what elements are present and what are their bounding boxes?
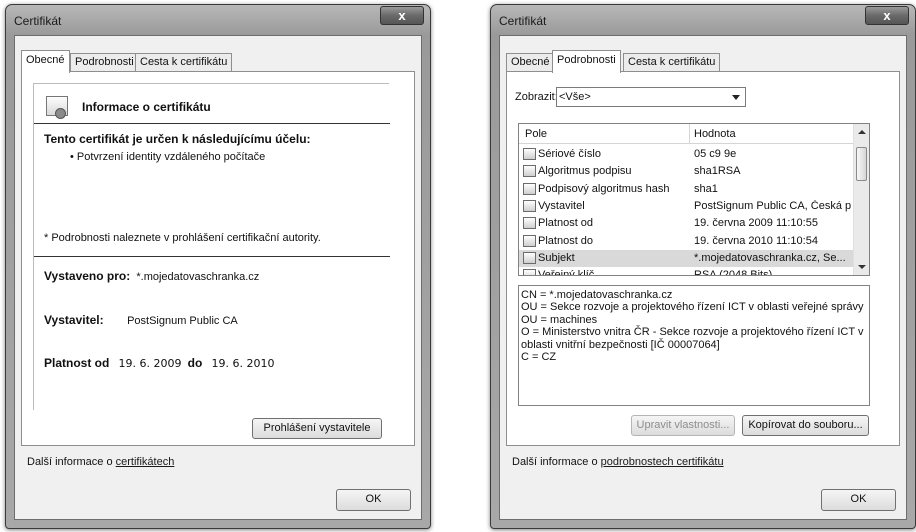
- purpose-item: • Potvrzení identity vzdáleného počítače: [70, 151, 266, 163]
- valid-from-label: Platnost od: [44, 356, 110, 370]
- certificate-field-icon: [523, 182, 536, 195]
- close-button[interactable]: x: [380, 6, 424, 25]
- issued-to-row: Vystaveno pro: *.mojedatovaschranka.cz: [44, 269, 259, 283]
- certificate-field-icon: [523, 269, 536, 275]
- divider: [34, 256, 390, 257]
- list-header: Pole Hodnota: [519, 124, 854, 144]
- general-tab-panel: Informace o certifikátu Tento certifikát…: [21, 71, 415, 446]
- more-info-text: Další informace o: [512, 456, 601, 468]
- field-name: Subjekt: [538, 251, 575, 264]
- tab-certification-path[interactable]: Cesta k certifikátu: [623, 53, 721, 72]
- certificate-dialog-details: Certifikát x Obecné Podrobnosti Cesta k …: [490, 4, 916, 529]
- tab-general[interactable]: Obecné: [21, 50, 70, 73]
- field-value-textbox[interactable]: CN = *.mojedatovaschranka.cz OU = Sekce …: [518, 285, 870, 406]
- field-value: sha1RSA: [694, 165, 741, 178]
- show-dropdown-value: <Vše>: [559, 91, 591, 103]
- list-item[interactable]: Podpisový algoritmus hash sha1: [519, 181, 854, 198]
- dialog-client: Obecné Podrobnosti Cesta k certifikátu I…: [14, 35, 422, 520]
- list-scrollbar[interactable]: [853, 124, 869, 275]
- tab-details[interactable]: Podrobnosti: [70, 53, 139, 72]
- edit-properties-button[interactable]: Upravit vlastnosti...: [631, 415, 735, 436]
- list-item[interactable]: Sériové číslo 05 c9 9e: [519, 146, 854, 163]
- details-tab-panel: Zobrazit: <Vše> Pole Hodnota Sériové čís…: [506, 71, 900, 446]
- show-label: Zobrazit:: [515, 91, 558, 103]
- valid-to-value: 19. 6. 2010: [211, 357, 275, 370]
- column-header-field[interactable]: Pole: [525, 128, 547, 140]
- tab-details[interactable]: Podrobnosti: [552, 50, 621, 73]
- fields-list[interactable]: Pole Hodnota Sériové číslo 05 c9 9e Algori…: [518, 123, 870, 276]
- title-bar[interactable]: Certifikát x: [491, 5, 915, 35]
- field-value: *.mojedatovaschranka.cz, Se...: [694, 251, 846, 264]
- show-dropdown[interactable]: <Vše>: [556, 87, 746, 107]
- list-item[interactable]: Veřejný klíč RSA (2048 Bits): [519, 267, 854, 276]
- list-item[interactable]: Vystavitel PostSignum Public CA, Česká p.…: [519, 198, 854, 215]
- scroll-down-icon[interactable]: [858, 265, 866, 269]
- ok-button[interactable]: OK: [336, 489, 411, 511]
- window-title: Certifikát: [499, 14, 547, 28]
- issued-to-label: Vystaveno pro:: [44, 269, 131, 283]
- certificate-field-icon: [523, 199, 536, 212]
- field-value: RSA (2048 Bits): [694, 269, 773, 276]
- field-name: Platnost do: [538, 234, 594, 247]
- certificate-field-icon: [523, 148, 536, 160]
- list-item[interactable]: Algoritmus podpisu sha1RSA: [519, 163, 854, 180]
- list-item[interactable]: Subjekt *.mojedatovaschranka.cz, Se...: [519, 249, 854, 267]
- valid-to-label: do: [187, 356, 203, 370]
- validity-row: Platnost od 19. 6. 2009 do 19. 6. 2010: [44, 356, 274, 370]
- certificate-field-icon: [523, 234, 536, 247]
- column-separator[interactable]: [689, 124, 690, 144]
- field-name: Sériové číslo: [538, 148, 601, 160]
- field-name: Podpisový algoritmus hash: [538, 182, 670, 195]
- issuer-value: PostSignum Public CA: [127, 315, 238, 327]
- certificate-info-box: Informace o certifikátu Tento certifikát…: [33, 83, 390, 410]
- issuer-statement-note: * Podrobnosti naleznete v prohlášení cer…: [44, 232, 321, 244]
- field-value: 19. června 2009 11:10:55: [694, 217, 818, 230]
- list-item[interactable]: Platnost do 19. června 2010 11:10:54: [519, 233, 854, 250]
- issuer-statement-button[interactable]: Prohlášení vystavitele: [252, 418, 382, 439]
- title-bar[interactable]: Certifikát x: [6, 5, 430, 35]
- valid-from-value: 19. 6. 2009: [118, 357, 182, 370]
- tab-certification-path[interactable]: Cesta k certifikátu: [135, 53, 233, 72]
- certificates-link[interactable]: certifikátech: [116, 456, 175, 468]
- purpose-heading: Tento certifikát je určen k následujícím…: [44, 132, 311, 146]
- column-header-value[interactable]: Hodnota: [694, 128, 736, 140]
- field-value: 19. června 2010 11:10:54: [694, 234, 818, 247]
- info-title: Informace o certifikátu: [82, 100, 211, 114]
- chevron-down-icon: [732, 95, 740, 100]
- field-value: PostSignum Public CA, Česká p...: [694, 199, 852, 212]
- copy-to-file-button[interactable]: Kopírovat do souboru...: [742, 415, 869, 436]
- field-name: Veřejný klíč: [538, 269, 595, 276]
- more-info-text: Další informace o: [27, 456, 116, 468]
- certificate-field-icon: [523, 165, 536, 178]
- field-name: Platnost od: [538, 217, 594, 230]
- certificate-dialog-general: Certifikát x Obecné Podrobnosti Cesta k …: [5, 4, 431, 529]
- certificate-details-link[interactable]: podrobnostech certifikátu: [601, 456, 724, 468]
- certificate-field-icon: [523, 217, 536, 230]
- divider: [34, 123, 390, 124]
- field-name: Algoritmus podpisu: [538, 165, 632, 178]
- issued-to-value: *.mojedatovaschranka.cz: [136, 271, 260, 283]
- field-value: sha1: [694, 182, 718, 195]
- more-info: Další informace o certifikátech: [27, 456, 174, 468]
- certificate-icon: [46, 96, 68, 119]
- tab-general[interactable]: Obecné: [506, 53, 555, 72]
- scroll-thumb[interactable]: [856, 147, 867, 181]
- dialog-client: Obecné Podrobnosti Cesta k certifikátu Z…: [499, 35, 907, 520]
- window-title: Certifikát: [14, 14, 62, 28]
- more-info: Další informace o podrobnostech certifik…: [512, 456, 724, 468]
- ok-button[interactable]: OK: [821, 489, 896, 511]
- list-item[interactable]: Platnost od 19. června 2009 11:10:55: [519, 215, 854, 232]
- issuer-label: Vystavitel:: [44, 313, 104, 327]
- certificate-field-icon: [523, 251, 536, 264]
- scroll-up-icon[interactable]: [858, 130, 866, 134]
- issuer-row: Vystavitel: PostSignum Public CA: [44, 313, 238, 327]
- close-button[interactable]: x: [865, 6, 909, 25]
- field-name: Vystavitel: [538, 199, 585, 212]
- field-value: 05 c9 9e: [694, 148, 737, 160]
